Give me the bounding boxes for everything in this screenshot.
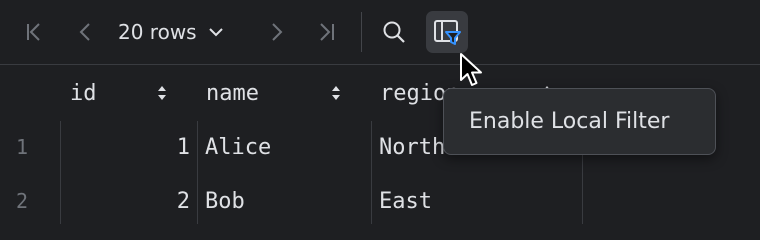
column-header-label: name (206, 80, 259, 106)
column-header-label: id (70, 80, 97, 106)
sort-icon[interactable] (331, 85, 341, 101)
first-page-button[interactable] (18, 16, 50, 48)
next-page-icon (272, 23, 283, 41)
sort-icon[interactable] (157, 85, 167, 101)
previous-page-icon (79, 23, 90, 41)
local-filter-button[interactable] (426, 11, 468, 53)
search-button[interactable] (378, 16, 410, 48)
table-cell-region[interactable]: East (379, 174, 575, 228)
grid-toolbar: 20 rows (0, 0, 760, 65)
last-page-icon (320, 23, 334, 41)
table-cell-id[interactable]: 1 (60, 120, 190, 174)
next-page-button[interactable] (260, 16, 292, 48)
previous-page-button[interactable] (70, 16, 102, 48)
tooltip: Enable Local Filter (443, 88, 716, 155)
last-page-button[interactable] (310, 16, 342, 48)
table-cell-name[interactable]: Alice (205, 120, 365, 174)
toolbar-separator (361, 12, 362, 52)
page-size-label: 20 rows (118, 20, 197, 44)
first-page-icon (27, 23, 40, 41)
column-header-id[interactable]: id (70, 65, 97, 121)
table-cell-id[interactable]: 2 (60, 174, 190, 228)
column-divider (197, 121, 198, 224)
row-number[interactable]: 1 (0, 120, 60, 174)
search-icon (383, 21, 405, 43)
column-header-name[interactable]: name (206, 65, 259, 121)
chevron-down-icon (208, 28, 223, 37)
page-size-select[interactable]: 20 rows (118, 16, 225, 48)
local-filter-icon (434, 20, 461, 45)
table-cell-name[interactable]: Bob (205, 174, 365, 228)
tooltip-text: Enable Local Filter (469, 109, 670, 134)
column-divider (371, 121, 372, 224)
mouse-cursor-icon (460, 53, 482, 86)
row-number[interactable]: 2 (0, 174, 60, 228)
